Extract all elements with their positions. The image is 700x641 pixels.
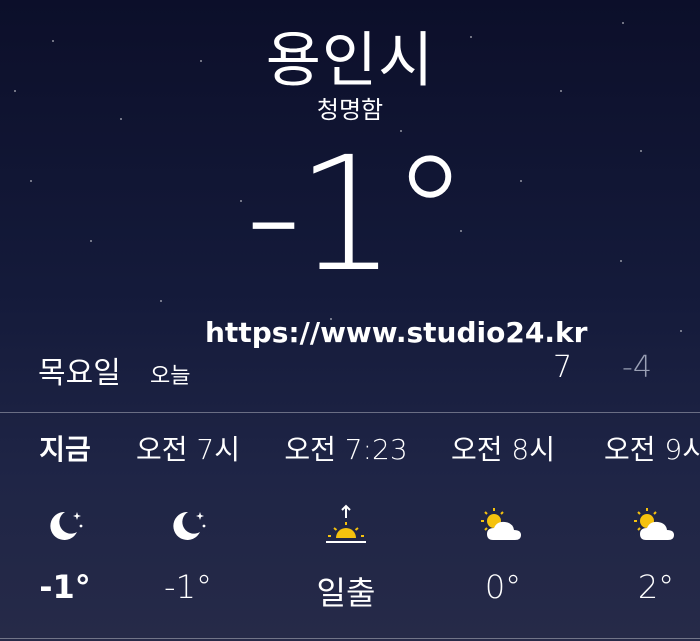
hour-label: 오전 9시 <box>604 433 700 466</box>
sunrise-icon <box>276 496 416 556</box>
hourly-item: 오전 9시 2° <box>586 428 700 606</box>
hour-label: 오전 7:23 <box>284 433 408 466</box>
city-name: 용인시 <box>265 26 435 96</box>
hourly-item: 오전 7:23 일출 <box>276 428 416 614</box>
hourly-item: 지금 -1° <box>0 428 135 606</box>
current-temperature: -1° <box>245 123 470 307</box>
today-summary-row: 목요일 오늘 7 -4 <box>0 348 700 394</box>
divider <box>0 412 700 413</box>
hour-label: 지금 <box>39 433 91 466</box>
moon-stars-icon <box>0 496 135 556</box>
hour-label: 오전 8시 <box>451 433 555 466</box>
high-temperature: 7 <box>553 350 573 385</box>
today-label: 오늘 <box>150 364 191 389</box>
day-name: 목요일 <box>38 356 121 391</box>
hour-temperature: -1° <box>164 568 212 606</box>
hour-label: 오전 7시 <box>136 433 240 466</box>
divider <box>0 638 700 639</box>
hourly-item: 오전 8시 0° <box>433 428 573 606</box>
hourly-item: 오전 7시 -1° <box>118 428 258 606</box>
hour-temperature: 0° <box>484 568 522 606</box>
partly-sunny-icon <box>433 496 573 556</box>
hour-temperature: -1° <box>39 568 91 606</box>
hour-temperature: 2° <box>637 568 675 606</box>
weather-condition: 청명함 <box>316 96 384 124</box>
hour-temperature: 일출 <box>316 574 376 612</box>
partly-sunny-icon <box>586 496 700 556</box>
moon-stars-icon <box>118 496 258 556</box>
watermark-url: https://www.studio24.kr <box>205 316 588 349</box>
low-temperature: -4 <box>622 350 652 385</box>
